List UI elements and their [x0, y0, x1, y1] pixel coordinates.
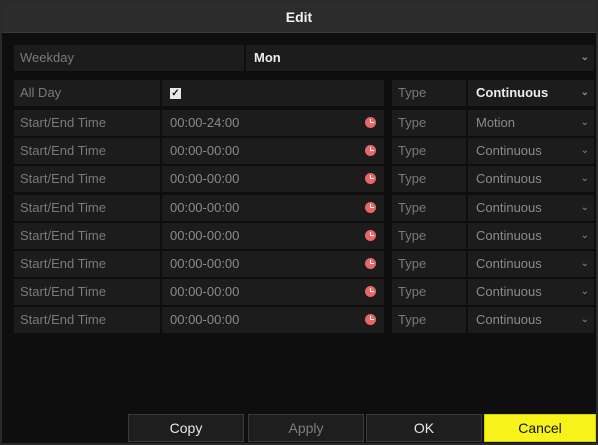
time-range-field[interactable]: 00:00-00:00 [162, 279, 384, 305]
dialog-title: Edit [2, 2, 596, 33]
type-select[interactable]: Continuous ⌄ [468, 307, 594, 333]
start-end-time-label: Start/End Time [14, 307, 160, 333]
time-range-value: 00:00-00:00 [170, 171, 240, 186]
chevron-down-icon: ⌄ [580, 286, 589, 297]
weekday-select[interactable]: Mon ⌄ [246, 45, 594, 71]
chevron-down-icon: ⌄ [580, 87, 589, 98]
type-select[interactable]: Continuous ⌄ [468, 195, 594, 221]
type-label: Type [392, 307, 466, 333]
clock-icon[interactable] [365, 202, 376, 213]
clock-icon[interactable] [365, 286, 376, 297]
type-select[interactable]: Continuous ⌄ [468, 138, 594, 164]
weekday-value: Mon [254, 50, 281, 65]
start-end-time-label: Start/End Time [14, 138, 160, 164]
time-range-field[interactable]: 00:00-00:00 [162, 138, 384, 164]
chevron-down-icon: ⌄ [580, 258, 589, 269]
chevron-down-icon: ⌄ [580, 52, 589, 63]
clock-icon[interactable] [365, 230, 376, 241]
clock-icon[interactable] [365, 117, 376, 128]
type-value: Continuous [476, 200, 542, 215]
copy-button[interactable]: Copy [128, 414, 244, 442]
chevron-down-icon: ⌄ [580, 314, 589, 325]
start-end-time-label: Start/End Time [14, 166, 160, 192]
time-range-field[interactable]: 00:00-00:00 [162, 166, 384, 192]
clock-icon[interactable] [365, 258, 376, 269]
chevron-down-icon: ⌄ [580, 230, 589, 241]
type-value: Continuous [476, 228, 542, 243]
clock-icon[interactable] [365, 173, 376, 184]
start-end-time-label: Start/End Time [14, 279, 160, 305]
type-label: Type [392, 279, 466, 305]
start-end-time-label: Start/End Time [14, 223, 160, 249]
time-range-field[interactable]: 00:00-00:00 [162, 195, 384, 221]
allday-type-value: Continuous [476, 85, 549, 100]
type-value: Continuous [476, 143, 542, 158]
cancel-button[interactable]: Cancel [484, 414, 596, 442]
chevron-down-icon: ⌄ [580, 173, 589, 184]
type-label: Type [392, 138, 466, 164]
type-value: Motion [476, 115, 516, 130]
time-range-value: 00:00-00:00 [170, 200, 240, 215]
time-range-value: 00:00-00:00 [170, 143, 240, 158]
time-range-value: 00:00-24:00 [170, 115, 240, 130]
ok-button[interactable]: OK [366, 414, 482, 442]
type-value: Continuous [476, 284, 542, 299]
type-label: Type [392, 166, 466, 192]
type-value: Continuous [476, 171, 542, 186]
clock-icon[interactable] [365, 314, 376, 325]
allday-type-label: Type [392, 80, 466, 106]
chevron-down-icon: ⌄ [580, 117, 589, 128]
time-range-value: 00:00-00:00 [170, 312, 240, 327]
time-range-field[interactable]: 00:00-24:00 [162, 110, 384, 136]
type-value: Continuous [476, 312, 542, 327]
time-range-value: 00:00-00:00 [170, 228, 240, 243]
weekday-label: Weekday [14, 45, 244, 71]
time-range-field[interactable]: 00:00-00:00 [162, 307, 384, 333]
type-label: Type [392, 110, 466, 136]
allday-checkbox-cell[interactable]: ✓ [162, 80, 384, 106]
chevron-down-icon: ⌄ [580, 145, 589, 156]
time-range-value: 00:00-00:00 [170, 284, 240, 299]
type-select[interactable]: Continuous ⌄ [468, 166, 594, 192]
start-end-time-label: Start/End Time [14, 110, 160, 136]
edit-dialog: Edit Weekday Mon ⌄ All Day ✓ Type Contin… [0, 0, 598, 445]
type-value: Continuous [476, 256, 542, 271]
chevron-down-icon: ⌄ [580, 202, 589, 213]
type-select[interactable]: Continuous ⌄ [468, 279, 594, 305]
time-range-value: 00:00-00:00 [170, 256, 240, 271]
type-label: Type [392, 251, 466, 277]
allday-type-select[interactable]: Continuous ⌄ [468, 80, 594, 106]
checkbox-icon[interactable]: ✓ [170, 88, 181, 100]
type-select[interactable]: Motion ⌄ [468, 110, 594, 136]
start-end-time-label: Start/End Time [14, 195, 160, 221]
type-select[interactable]: Continuous ⌄ [468, 223, 594, 249]
type-select[interactable]: Continuous ⌄ [468, 251, 594, 277]
apply-button[interactable]: Apply [248, 414, 364, 442]
time-range-field[interactable]: 00:00-00:00 [162, 251, 384, 277]
start-end-time-label: Start/End Time [14, 251, 160, 277]
type-label: Type [392, 195, 466, 221]
clock-icon[interactable] [365, 145, 376, 156]
type-label: Type [392, 223, 466, 249]
time-range-field[interactable]: 00:00-00:00 [162, 223, 384, 249]
allday-label: All Day [14, 80, 160, 106]
